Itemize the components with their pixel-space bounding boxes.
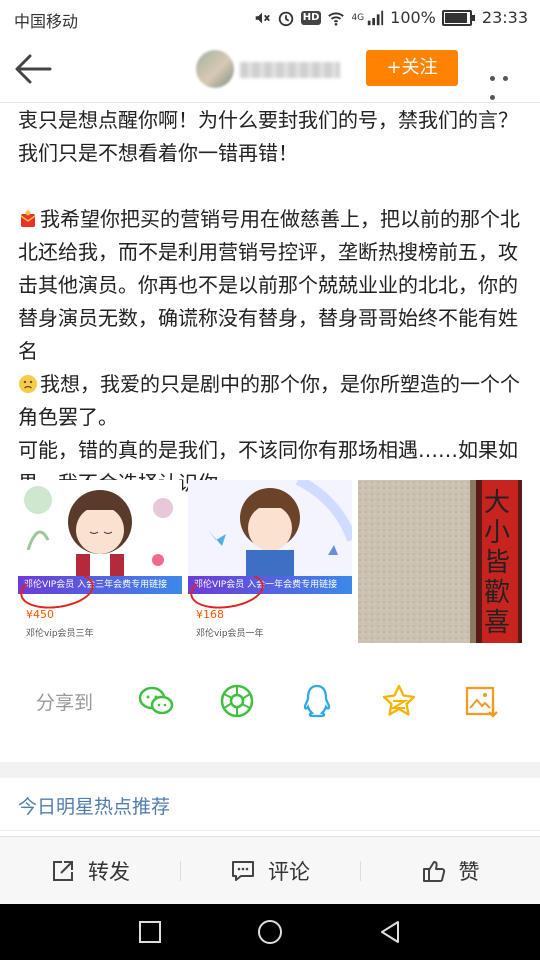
- share-row: 分享到: [0, 676, 540, 726]
- comment-label: 评论: [268, 860, 310, 884]
- comment-button[interactable]: 评论: [180, 837, 360, 905]
- repost-button[interactable]: 转发: [0, 837, 180, 905]
- post-content: 衷只是想点醒你啊！为什么要封我们的号，禁我们的言？我们只是不想看着你一错再错！ …: [18, 104, 524, 500]
- battery-icon: [441, 9, 475, 26]
- more-dots-icon[interactable]: [490, 66, 524, 100]
- post-paragraph-2-text: 我希望你把买的营销号用在做慈善上，把以前的那个北北还给我，而不是利用营销号控评，…: [18, 207, 520, 363]
- image-desc-2: 邓伦vip会员一年: [196, 629, 264, 639]
- post-paragraph-2: 我希望你把买的营销号用在做慈善上，把以前的那个北北还给我，而不是利用营销号控评，…: [18, 203, 524, 368]
- red-sign-text: 大小皆歡喜: [484, 488, 511, 638]
- network-type: 4G: [351, 12, 365, 23]
- image-price-2: ¥168: [196, 608, 224, 621]
- qzone-icon[interactable]: [380, 682, 418, 720]
- section-divider: [0, 762, 540, 778]
- hot-recommend-link[interactable]: 今日明星热点推荐: [0, 778, 540, 831]
- repost-icon: [53, 861, 73, 881]
- alarm-icon: [278, 11, 293, 26]
- signal-icon: [367, 10, 384, 25]
- image-price-1: ¥450: [26, 608, 54, 621]
- post-header: +关注: [0, 36, 540, 103]
- status-icons: HD 4G 100% 23:33: [253, 8, 528, 27]
- user-name-blurred[interactable]: [240, 62, 340, 78]
- repost-label: 转发: [88, 860, 130, 884]
- comment-icon: [232, 861, 254, 881]
- battery-percent: 100%: [390, 8, 436, 27]
- post-paragraph-3-text: 我想，我爱的只是剧中的那个你，是你所塑造的一个个角色罢了。: [18, 372, 520, 429]
- carrier-name: 中国移动: [14, 12, 79, 31]
- like-label: 赞: [458, 860, 480, 884]
- image-thumb-2[interactable]: 邓伦VIP会员 入会一年会费专用链接 ¥168 邓伦vip会员一年: [188, 480, 352, 643]
- post-paragraph-1: 衷只是想点醒你啊！为什么要封我们的号，禁我们的言？我们只是不想看着你一错再错！: [18, 108, 518, 165]
- image-desc-1: 邓伦vip会员三年: [26, 629, 94, 639]
- follow-button[interactable]: +关注: [366, 50, 458, 86]
- thumbs-up-icon: [422, 861, 445, 882]
- hot-recommend-label: 今日明星热点推荐: [18, 796, 171, 818]
- home-icon[interactable]: [256, 918, 284, 946]
- sad-face-emoji-icon: [19, 375, 37, 393]
- recent-apps-icon[interactable]: [138, 920, 162, 944]
- share-label: 分享到: [36, 692, 94, 714]
- mute-icon: [255, 12, 270, 23]
- image-grid: 邓伦VIP会员 入会三年会费专用链接 ¥450 邓伦vip会员三年 邓伦VIP会…: [18, 480, 522, 643]
- qq-icon[interactable]: [298, 682, 336, 720]
- image-thumb-3[interactable]: 大小皆歡喜: [358, 480, 522, 643]
- cartoon-boy-illustration-2: [188, 480, 352, 590]
- back-arrow-icon[interactable]: [14, 52, 52, 86]
- save-image-icon[interactable]: [462, 682, 500, 720]
- image-thumb-1[interactable]: 邓伦VIP会员 入会三年会费专用链接 ¥450 邓伦vip会员三年: [18, 480, 182, 643]
- post-paragraph-3: 我想，我爱的只是剧中的那个你，是你所塑造的一个个角色罢了。: [18, 368, 524, 434]
- red-envelope-emoji-icon: [20, 210, 36, 227]
- back-nav-icon[interactable]: [378, 920, 402, 944]
- wechat-icon[interactable]: [137, 682, 175, 720]
- moments-icon[interactable]: [218, 682, 256, 720]
- wifi-icon: [328, 12, 345, 26]
- status-bar: 中国移动 HD 4G 100% 23:33: [0, 0, 540, 36]
- clock: 23:33: [481, 8, 528, 27]
- hd-icon: HD: [300, 10, 322, 25]
- cartoon-boy-illustration-1: [24, 486, 173, 590]
- avatar[interactable]: [196, 50, 234, 88]
- like-button[interactable]: 赞: [360, 837, 540, 905]
- action-bar: 转发 评论 赞: [0, 836, 540, 905]
- system-nav-bar: [0, 904, 540, 960]
